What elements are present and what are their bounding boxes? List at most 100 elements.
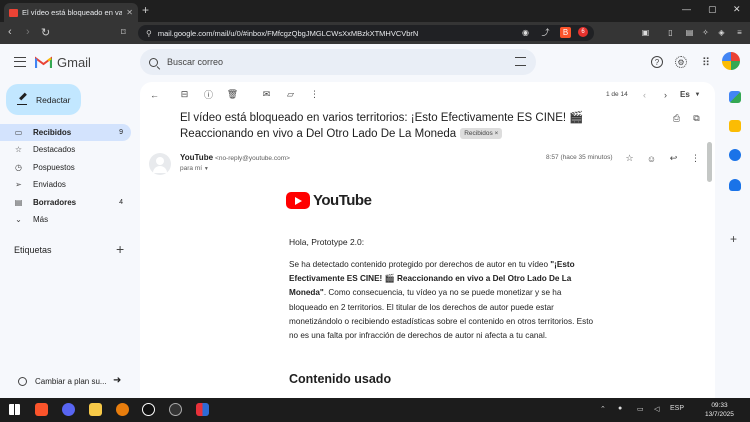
account-avatar[interactable] [722,52,740,70]
chevron-down-icon[interactable]: ▼ [692,89,703,100]
sidebar-item-sent[interactable]: ➢ Enviados [0,176,131,193]
delete-icon[interactable]: 🗑︎ [227,89,238,100]
paragraph-text: . Como consecuencia, tu vídeo ya no se p… [289,288,594,341]
sidebar-item-label: Pospuestos [33,163,75,172]
blender-icon[interactable] [116,403,129,416]
open-new-window-icon[interactable]: ⧉ [691,113,702,124]
window-close-icon[interactable]: ✕ [733,4,741,15]
subject-text: El vídeo está bloqueado en varios territ… [180,112,584,140]
new-tab-icon[interactable]: + [142,3,149,17]
apps-grid-icon[interactable]: ⠿ [700,56,712,69]
move-to-icon[interactable]: ▱ [285,89,296,100]
sidebar-item-starred[interactable]: ☆ Destacados [0,141,131,158]
windows-start-icon[interactable] [9,404,20,415]
inbox-icon: ▭ [14,128,23,137]
sidebar-item-drafts[interactable]: ▤ Borradores 4 [0,194,131,211]
more-options-icon[interactable]: ⋮ [690,153,701,164]
add-addon-icon[interactable]: + [730,232,737,246]
report-spam-icon[interactable]: ⓘ [203,89,214,100]
keep-icon[interactable] [729,120,741,132]
recipient-line[interactable]: para mí ▼ [180,165,209,172]
archive-icon[interactable]: ⊟ [179,89,190,100]
gmail-logo[interactable]: Gmail [35,55,91,70]
help-icon[interactable]: ? [651,56,663,68]
upgrade-icon [18,377,27,386]
forward-icon[interactable]: › [26,26,30,38]
input-language-selector[interactable]: Es [680,90,690,99]
gmail-header: Gmail Buscar correo ? ⚙ ⠿ [0,44,750,82]
sender-name[interactable]: YouTube [180,153,213,162]
wallet-icon[interactable]: ▤ [684,27,695,38]
email-paragraph: Se ha detectado contenido protegido por … [289,258,601,343]
brave-rewards-badge[interactable]: 6 [578,27,588,37]
sender-avatar [149,153,171,175]
brave-shield-icon[interactable]: B [560,27,571,38]
extensions-icon[interactable]: ▣ [640,27,651,38]
sidebar-item-label: Recibidos [33,128,72,137]
vpn-icon[interactable]: ◈ [716,27,727,38]
emoji-react-icon[interactable]: ☺ [646,153,657,164]
search-bar[interactable]: Buscar correo [140,49,536,75]
side-panel: + [720,82,750,398]
sidebar-toggle-icon[interactable]: ▯ [665,27,676,38]
older-icon[interactable]: › [660,89,671,100]
clock-date: 13/7/2025 [705,411,734,418]
calendar-icon[interactable] [729,91,741,103]
network-icon[interactable]: ▭ [637,405,644,413]
main-menu-icon[interactable] [14,57,26,67]
newer-icon[interactable]: ‹ [639,89,650,100]
chevron-down-icon: ⌄ [15,215,22,224]
section-heading: Contenido usado [289,372,392,386]
back-to-inbox-icon[interactable]: ← [149,89,160,100]
sidebar-item-label: Destacados [33,145,76,154]
site-info-icon[interactable]: ⚲ [146,29,152,38]
eye-off-icon[interactable]: ◉ [520,27,531,38]
share-icon[interactable]: ⤴ [540,27,551,38]
sidebar-item-inbox[interactable]: ▭ Recibidos 9 [0,124,131,141]
back-icon[interactable]: ‹ [8,26,12,38]
mark-unread-icon[interactable]: ✉︎ [261,89,272,100]
maximize-icon[interactable]: ▢ [708,4,717,15]
sender-info: YouTube <no-reply@youtube.com> [180,153,290,162]
sidebar-item-more[interactable]: ⌄ Más [0,211,131,228]
browser-tab[interactable]: El vídeo está bloqueado en vario ✕ [4,3,138,22]
volume-icon[interactable]: ◁ [654,405,659,413]
file-explorer-icon[interactable] [89,403,102,416]
compose-button[interactable]: Redactar [6,84,81,115]
settings-gear-icon[interactable]: ⚙ [675,56,687,68]
sidebar-item-label: Enviados [33,180,66,189]
menu-icon[interactable]: ≡ [734,27,745,38]
send-icon: ➢ [15,180,22,189]
gmail-m-icon [35,56,52,68]
tray-app-icon[interactable]: ● [618,405,622,412]
brave-browser-icon[interactable] [35,403,48,416]
obs-studio-icon[interactable] [169,403,182,416]
star-icon: ☆ [14,145,23,154]
add-label-icon[interactable]: + [116,241,124,257]
keyboard-language[interactable]: ESP [670,405,684,412]
minimize-icon[interactable]: — [682,4,691,14]
search-icon[interactable] [149,57,158,67]
sidebar-item-snoozed[interactable]: ◷ Pospuestos [0,159,131,176]
search-options-icon[interactable] [515,57,526,66]
more-actions-icon[interactable]: ⋮ [309,89,320,100]
reply-icon[interactable]: ↩ [668,153,679,164]
app-icon[interactable] [196,403,209,416]
tab-close-icon[interactable]: ✕ [126,8,133,17]
chevron-up-icon[interactable]: ⌃ [600,405,606,413]
inbox-label-chip[interactable]: Recibidos × [460,128,503,140]
taskbar-clock[interactable]: 09:33 13/7/2025 [705,401,734,419]
sidebar-item-count: 9 [119,129,123,136]
tasks-icon[interactable] [729,149,741,161]
print-icon[interactable]: ⎙ [671,113,682,124]
scrollbar-thumb[interactable] [707,142,712,182]
bookmark-icon[interactable]: ⌑ [121,27,126,38]
reload-icon[interactable]: ↻ [41,26,50,39]
search-input[interactable]: Buscar correo [167,57,223,67]
star-icon[interactable]: ☆ [624,153,635,164]
media-player-icon[interactable] [142,403,155,416]
discord-icon[interactable] [62,403,75,416]
upgrade-plan-link[interactable]: Cambiar a plan su... ➜ [18,375,121,386]
contacts-icon[interactable] [729,179,741,191]
leo-ai-icon[interactable]: ✧ [700,27,711,38]
